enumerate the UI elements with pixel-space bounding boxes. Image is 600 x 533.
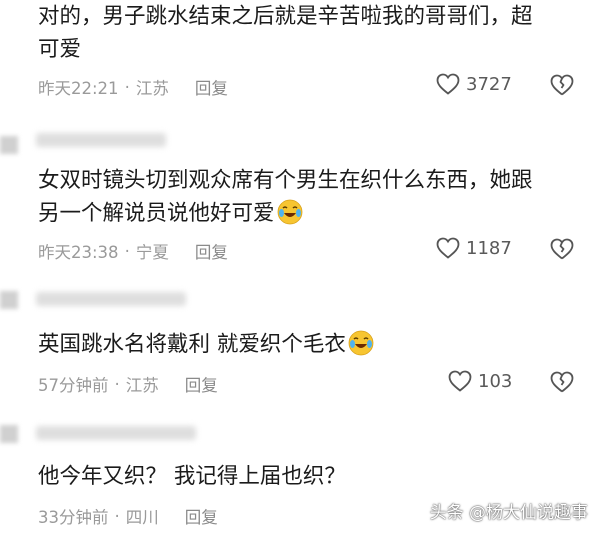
reply-button[interactable]: 回复 bbox=[185, 372, 218, 396]
comment-location: 江苏 bbox=[135, 79, 169, 98]
like-button[interactable]: 1187 bbox=[436, 237, 512, 259]
comment-text-line: 女双时镜头切到观众席有个男生在织什么东西，她跟 bbox=[38, 168, 533, 193]
comment-text: 英国跳水名将戴利 就爱织个毛衣 bbox=[38, 328, 374, 361]
username bbox=[36, 133, 166, 147]
comment-text-line: 英国跳水名将戴利 就爱织个毛衣 bbox=[38, 332, 346, 357]
like-button[interactable]: 3727 bbox=[436, 73, 512, 95]
username bbox=[36, 292, 186, 306]
comment-location: 宁夏 bbox=[135, 243, 169, 262]
comment-text: 他今年又织？ 我记得上届也织？ bbox=[38, 460, 346, 493]
comment-text-line: 他今年又织？ 我记得上届也织？ bbox=[38, 464, 346, 489]
separator: · bbox=[124, 241, 130, 261]
like-button[interactable]: 103 bbox=[448, 370, 512, 392]
reply-button[interactable]: 回复 bbox=[185, 504, 218, 528]
avatar bbox=[0, 136, 18, 154]
comment-meta: 昨天22:21 · 江苏 回复 bbox=[38, 75, 228, 99]
watermark: 头条 @杨大仙说趣事 bbox=[429, 503, 588, 523]
comment-text-line: 对的，男子跳水结束之后就是辛苦啦我的哥哥们，超 bbox=[38, 4, 533, 29]
like-count: 3727 bbox=[466, 73, 512, 95]
separator: · bbox=[114, 374, 120, 394]
laughing-tears-emoji-icon bbox=[348, 330, 374, 356]
comment-text: 对的，男子跳水结束之后就是辛苦啦我的哥哥们，超 可爱 bbox=[38, 0, 533, 66]
username bbox=[36, 426, 196, 440]
reply-button[interactable]: 回复 bbox=[195, 75, 228, 99]
broken-heart-icon[interactable] bbox=[550, 74, 574, 96]
comment-meta: 33分钟前 · 四川 回复 bbox=[38, 504, 218, 528]
comment-time: 昨天23:38 bbox=[38, 243, 119, 262]
comment-text: 女双时镜头切到观众席有个男生在织什么东西，她跟 另一个解说员说他好可爱 bbox=[38, 164, 533, 230]
separator: · bbox=[114, 506, 120, 526]
comment-text-line: 另一个解说员说他好可爱 bbox=[38, 201, 275, 226]
separator: · bbox=[124, 77, 130, 97]
comment-meta: 昨天23:38 · 宁夏 回复 bbox=[38, 239, 228, 263]
avatar bbox=[0, 291, 18, 309]
comment-time: 33分钟前 bbox=[38, 508, 109, 527]
avatar bbox=[0, 425, 18, 443]
laughing-tears-emoji-icon bbox=[277, 199, 302, 225]
like-count: 1187 bbox=[466, 237, 512, 259]
heart-outline-icon bbox=[448, 370, 472, 392]
broken-heart-icon[interactable] bbox=[550, 238, 574, 260]
comment-text-line: 可爱 bbox=[38, 37, 82, 62]
comment-meta: 57分钟前 · 江苏 回复 bbox=[38, 372, 218, 396]
comment-time: 57分钟前 bbox=[38, 376, 109, 395]
heart-outline-icon bbox=[436, 237, 460, 259]
like-count: 103 bbox=[478, 370, 513, 392]
reply-button[interactable]: 回复 bbox=[195, 239, 228, 263]
broken-heart-icon[interactable] bbox=[550, 371, 574, 393]
comment-location: 江苏 bbox=[125, 376, 159, 395]
heart-outline-icon bbox=[436, 73, 460, 95]
comment-location: 四川 bbox=[125, 508, 159, 527]
comment-time: 昨天22:21 bbox=[38, 79, 119, 98]
